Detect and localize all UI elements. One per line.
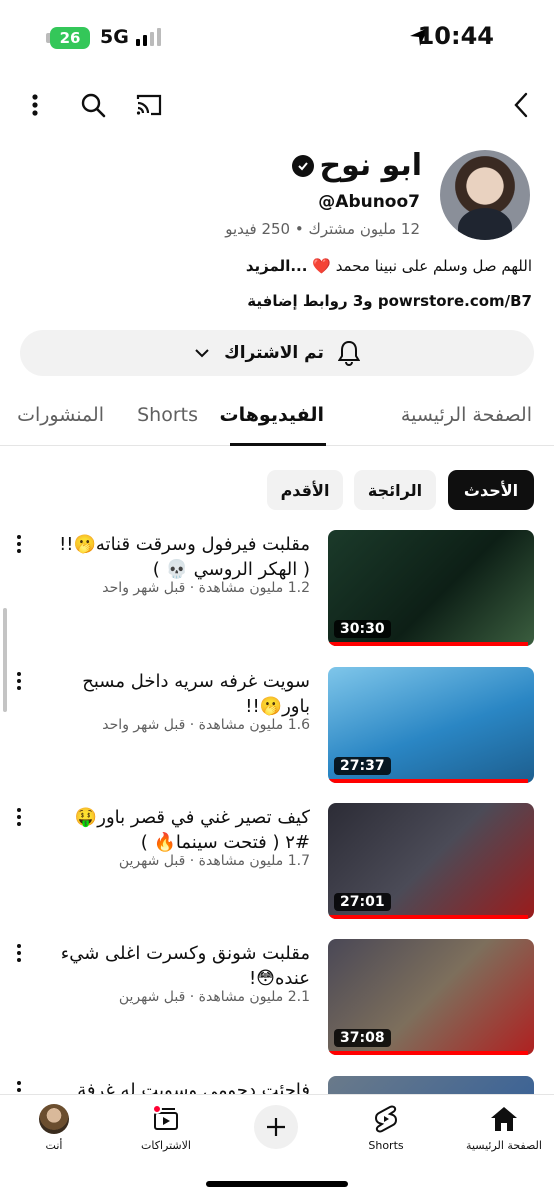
nav-home-label: الصفحة الرئيسية xyxy=(466,1139,542,1152)
channel-avatar[interactable] xyxy=(440,150,530,240)
create-button[interactable] xyxy=(254,1105,298,1149)
video-thumbnail[interactable]: 27:37 xyxy=(328,667,534,783)
description-more: ...المزيد xyxy=(245,257,308,275)
battery-indicator: 26 xyxy=(50,27,90,49)
video-menu-button[interactable] xyxy=(12,941,26,965)
video-item[interactable]: 27:01 كيف تصير غني في قصر باور🤑 #٢ ( فتح… xyxy=(0,803,554,923)
signal-icon xyxy=(136,28,161,46)
watch-progress xyxy=(328,1051,528,1055)
nav-shorts-label: Shorts xyxy=(368,1139,404,1152)
tab-posts[interactable]: المنشورات xyxy=(17,404,104,426)
video-title[interactable]: كيف تصير غني في قصر باور🤑 #٢ ( فتحت سينم… xyxy=(50,805,310,855)
video-duration: 27:01 xyxy=(334,893,391,911)
network-type: 5G xyxy=(100,26,129,48)
cast-button[interactable] xyxy=(134,90,164,120)
watch-progress xyxy=(328,779,528,783)
plus-icon xyxy=(267,1118,285,1136)
video-meta: 1.6 مليون مشاهدة · قبل شهر واحد xyxy=(102,717,310,733)
video-title[interactable]: مقلبت شونق وكسرت اغلى شيء عنده😳! xyxy=(50,941,310,991)
nav-subscriptions-label: الاشتراكات xyxy=(141,1139,191,1152)
heart-icon: ❤️ xyxy=(312,257,331,275)
channel-description[interactable]: اللهم صل وسلم على نبينا محمد ❤️ ...المزي… xyxy=(246,257,532,275)
video-duration: 30:30 xyxy=(334,620,391,638)
channel-handle: @Abunoo7 xyxy=(318,192,420,212)
video-meta: 1.2 مليون مشاهدة · قبل شهر واحد xyxy=(102,580,310,596)
home-icon xyxy=(488,1103,520,1135)
subscribed-label: تم الاشتراك xyxy=(224,343,324,363)
clock: 10:44 xyxy=(417,22,494,50)
video-item[interactable]: 27:37 سويت غرفه سريه داخل مسبح باور🫢!! 1… xyxy=(0,667,554,787)
chip-popular[interactable]: الرائجة xyxy=(354,470,436,510)
tab-videos[interactable]: الفيديوهات xyxy=(220,404,325,426)
video-meta: 1.7 مليون مشاهدة · قبل شهرين xyxy=(118,853,310,869)
tab-home[interactable]: الصفحة الرئيسية xyxy=(401,404,532,426)
search-icon xyxy=(81,93,106,118)
scroll-indicator[interactable] xyxy=(3,608,7,712)
chevron-down-icon xyxy=(195,349,209,358)
video-meta: 2.1 مليون مشاهدة · قبل شهرين xyxy=(118,989,310,1005)
channel-tabs: الصفحة الرئيسية الفيديوهات Shorts المنشو… xyxy=(0,390,554,446)
status-bar: 26 5G 10:44 xyxy=(0,0,554,76)
subscribed-button[interactable]: تم الاشتراك xyxy=(20,330,534,376)
channel-links[interactable]: powrstore.com/B7 و3 روابط إضافية xyxy=(247,292,532,310)
video-title[interactable]: سويت غرفه سريه داخل مسبح باور🫢!! xyxy=(50,669,310,719)
shorts-icon xyxy=(370,1103,402,1135)
video-thumbnail[interactable]: 27:01 xyxy=(328,803,534,919)
top-bar xyxy=(0,82,554,128)
channel-stats: 12 مليون مشترك • 250 فيديو xyxy=(225,220,420,238)
more-options-button[interactable] xyxy=(20,90,50,120)
home-indicator xyxy=(206,1181,348,1187)
video-menu-button[interactable] xyxy=(12,805,26,829)
chip-latest[interactable]: الأحدث xyxy=(448,470,534,510)
video-duration: 37:08 xyxy=(334,1029,391,1047)
chip-oldest[interactable]: الأقدم xyxy=(267,470,343,510)
video-menu-button[interactable] xyxy=(12,669,26,693)
video-thumbnail[interactable]: 37:08 xyxy=(328,939,534,1055)
nav-shorts[interactable]: Shorts xyxy=(336,1103,436,1152)
chevron-left-icon xyxy=(514,92,528,118)
search-button[interactable] xyxy=(78,90,108,120)
video-title[interactable]: مقلبت فيرفول وسرقت قناته🫢!! ( الهكر الرو… xyxy=(50,532,310,582)
subscriptions-icon xyxy=(150,1103,182,1135)
video-menu-button[interactable] xyxy=(12,532,26,556)
back-button[interactable] xyxy=(506,90,536,120)
verified-icon xyxy=(291,154,314,177)
you-avatar-icon xyxy=(38,1103,70,1135)
notification-dot xyxy=(152,1104,162,1114)
nav-you-label: أنت xyxy=(45,1139,63,1152)
tab-underline xyxy=(230,443,326,446)
battery-level: 26 xyxy=(59,29,81,47)
video-thumbnail[interactable]: 30:30 xyxy=(328,530,534,646)
video-duration: 27:37 xyxy=(334,757,391,775)
bell-icon xyxy=(337,340,360,366)
watch-progress xyxy=(328,642,528,646)
channel-name: ابو نوح xyxy=(319,148,423,183)
description-text: اللهم صل وسلم على نبينا محمد xyxy=(335,257,532,275)
cast-icon xyxy=(136,94,162,116)
video-item[interactable]: 30:30 مقلبت فيرفول وسرقت قناته🫢!! ( الهك… xyxy=(0,530,554,650)
nav-subscriptions[interactable]: الاشتراكات xyxy=(116,1103,216,1152)
channel-name-row: ابو نوح xyxy=(291,148,423,183)
nav-home[interactable]: الصفحة الرئيسية xyxy=(454,1103,554,1152)
video-item[interactable]: 37:08 مقلبت شونق وكسرت اغلى شيء عنده😳! 2… xyxy=(0,939,554,1059)
nav-you[interactable]: أنت xyxy=(4,1103,104,1152)
tab-shorts[interactable]: Shorts xyxy=(137,404,198,426)
vertical-dots-icon xyxy=(32,94,38,116)
watch-progress xyxy=(328,915,528,919)
